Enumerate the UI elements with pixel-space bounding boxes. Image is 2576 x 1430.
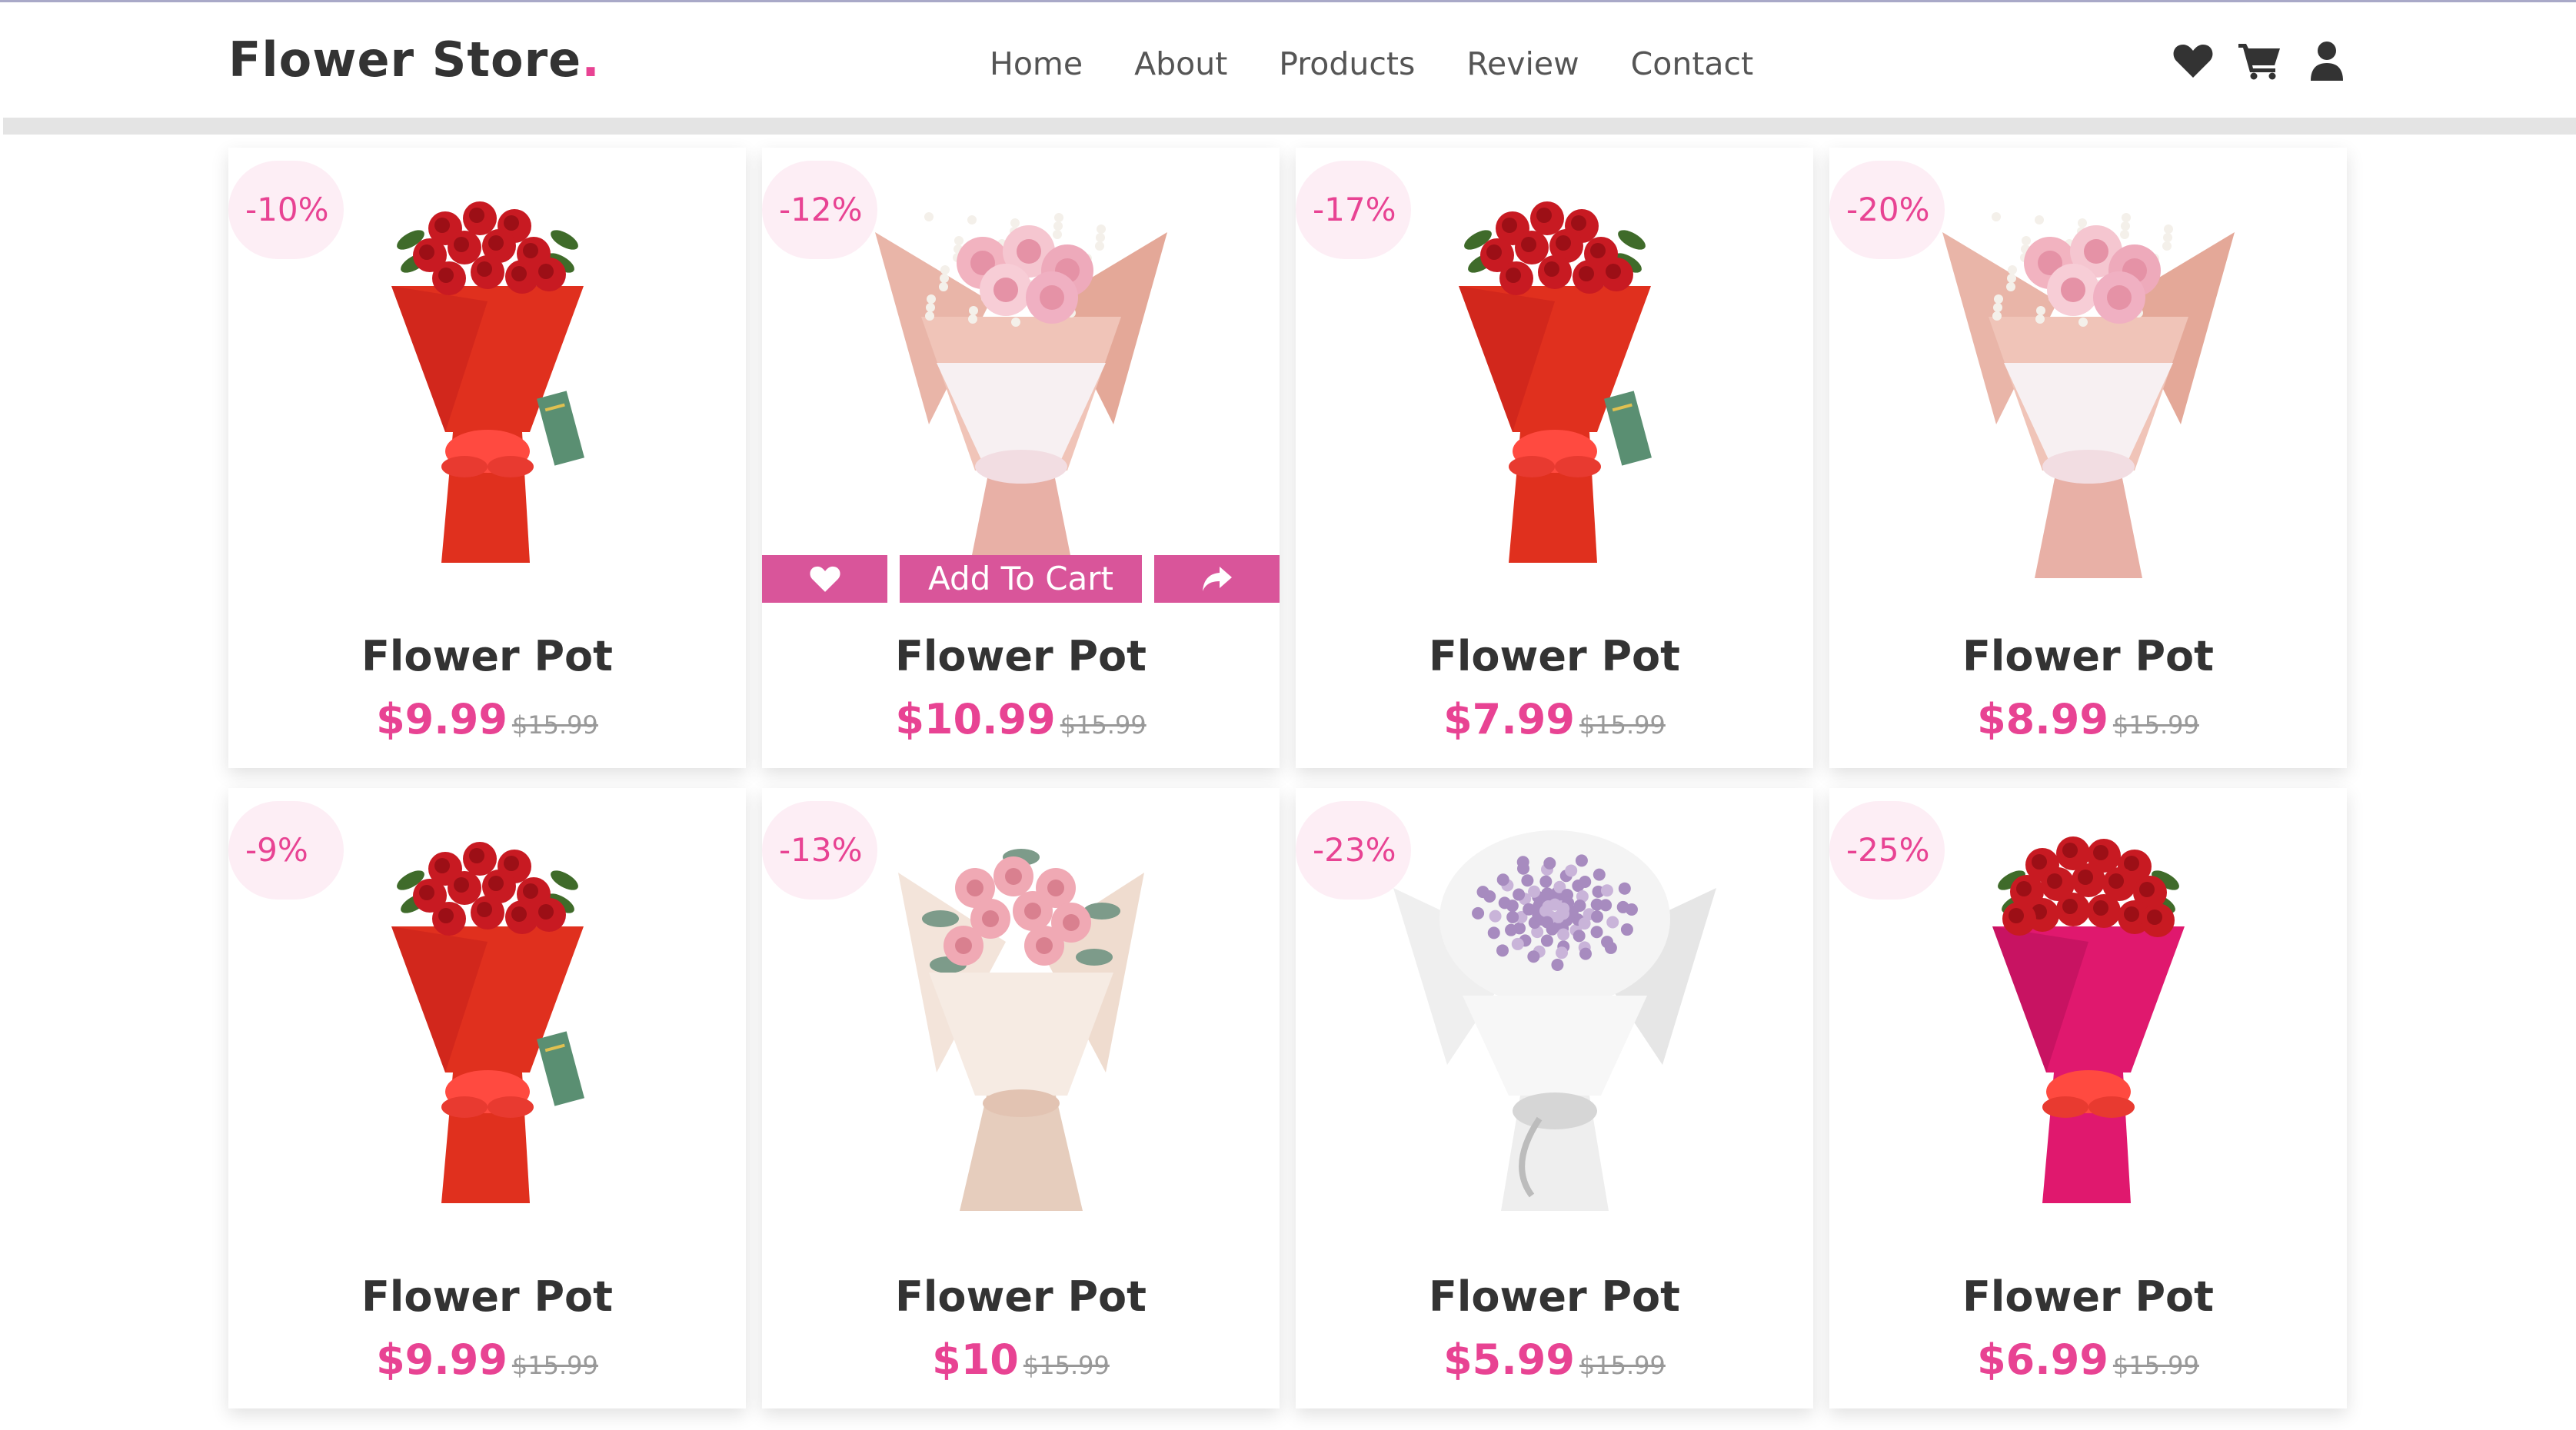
heart-icon[interactable] (2170, 38, 2216, 84)
add-to-cart-button[interactable]: Add To Cart (900, 555, 1142, 603)
product-card[interactable]: -23% Flower Pot $5.99 $15.99 (1296, 788, 1813, 1408)
product-card[interactable]: -13% Flower Pot $10 $15.99 (762, 788, 1280, 1408)
product-name[interactable]: Flower Pot (228, 632, 746, 680)
nav-products[interactable]: Products (1279, 41, 1415, 87)
product-price: $5.99 (1443, 1335, 1575, 1384)
brand-dot: . (581, 32, 601, 88)
product-card[interactable]: -25% Flower Pot $6.99 $15.99 (1829, 788, 2347, 1408)
nav-about[interactable]: About (1134, 41, 1227, 87)
price-row: $7.99 $15.99 (1296, 695, 1813, 743)
cart-icon[interactable] (2237, 38, 2283, 84)
user-icon[interactable] (2304, 38, 2350, 84)
product-name[interactable]: Flower Pot (1829, 632, 2347, 680)
original-price: $15.99 (2112, 1351, 2199, 1380)
discount-badge: -10% (228, 161, 344, 259)
nav-review[interactable]: Review (1466, 41, 1579, 87)
product-card[interactable]: -17% Flower Pot $7.99 $15.99 (1296, 148, 1813, 768)
price-row: $8.99 $15.99 (1829, 695, 2347, 743)
main-nav: Home About Products Review Contact (990, 41, 1805, 87)
product-price: $10.99 (895, 695, 1056, 743)
price-row: $9.99 $15.99 (228, 695, 746, 743)
product-card[interactable]: -20% Flower Pot $8.99 $15.99 (1829, 148, 2347, 768)
price-row: $10.99 $15.99 (762, 695, 1280, 743)
discount-badge: -20% (1829, 161, 1945, 259)
brand-logo[interactable]: Flower Store. (228, 32, 601, 88)
discount-badge: -23% (1296, 801, 1411, 900)
product-name[interactable]: Flower Pot (762, 1272, 1280, 1321)
site-header: Flower Store. Home About Products Review… (0, 2, 2576, 118)
nav-contact[interactable]: Contact (1631, 41, 1754, 87)
original-price: $15.99 (1060, 710, 1147, 740)
product-grid: -10% Flower Pot $9.99 $15.99 -12% Add To … (228, 148, 2347, 1408)
product-price: $8.99 (1977, 695, 2108, 743)
product-name[interactable]: Flower Pot (762, 632, 1280, 680)
price-row: $6.99 $15.99 (1829, 1335, 2347, 1384)
brand-name: Flower Store (228, 32, 582, 88)
product-price: $7.99 (1443, 695, 1575, 743)
card-actions: Add To Cart (762, 555, 1280, 603)
original-price: $15.99 (511, 710, 598, 740)
original-price: $15.99 (511, 1351, 598, 1380)
product-card[interactable]: -10% Flower Pot $9.99 $15.99 (228, 148, 746, 768)
header-divider (3, 118, 2576, 135)
share-button[interactable] (1154, 555, 1280, 603)
original-price: $15.99 (1579, 1351, 1666, 1380)
heart-icon (809, 566, 840, 592)
product-card[interactable]: -9% Flower Pot $9.99 $15.99 (228, 788, 746, 1408)
discount-badge: -9% (228, 801, 344, 900)
product-price: $9.99 (376, 695, 508, 743)
discount-badge: -12% (762, 161, 877, 259)
product-name[interactable]: Flower Pot (228, 1272, 746, 1321)
wishlist-button[interactable] (762, 555, 887, 603)
discount-badge: -25% (1829, 801, 1945, 900)
discount-badge: -17% (1296, 161, 1411, 259)
original-price: $15.99 (1023, 1351, 1110, 1380)
price-row: $10 $15.99 (762, 1335, 1280, 1384)
nav-home[interactable]: Home (990, 41, 1083, 87)
product-name[interactable]: Flower Pot (1296, 632, 1813, 680)
discount-badge: -13% (762, 801, 877, 900)
original-price: $15.99 (1579, 710, 1666, 740)
product-price: $6.99 (1977, 1335, 2108, 1384)
product-card[interactable]: -12% Add To Cart Flower Pot $10.99 $15.99 (762, 148, 1280, 768)
product-price: $10 (932, 1335, 1019, 1384)
share-icon (1202, 567, 1232, 591)
product-name[interactable]: Flower Pot (1296, 1272, 1813, 1321)
price-row: $5.99 $15.99 (1296, 1335, 1813, 1384)
header-icons (2170, 38, 2371, 84)
product-name[interactable]: Flower Pot (1829, 1272, 2347, 1321)
original-price: $15.99 (2112, 710, 2199, 740)
price-row: $9.99 $15.99 (228, 1335, 746, 1384)
product-price: $9.99 (376, 1335, 508, 1384)
